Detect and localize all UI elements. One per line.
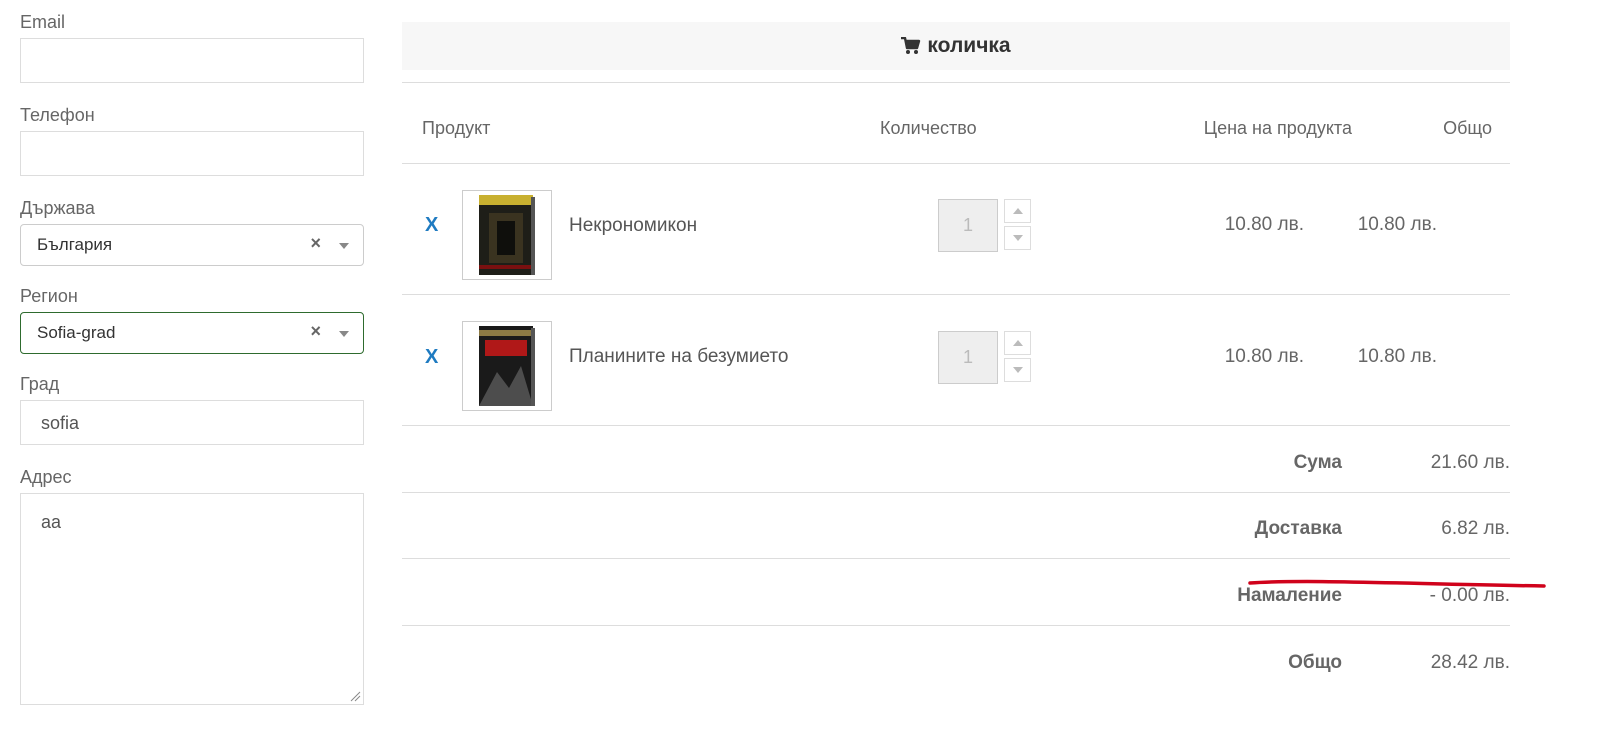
phone-label: Телефон	[20, 105, 95, 125]
arrow-down-icon	[1013, 367, 1023, 373]
address-textarea[interactable]: aa	[20, 493, 364, 705]
product-thumbnail[interactable]	[462, 190, 552, 280]
cart-panel: количка Продукт Количество Цена на проду…	[402, 22, 1510, 673]
country-clear-icon[interactable]: ×	[310, 233, 321, 254]
product-thumbnail[interactable]	[462, 321, 552, 411]
product-name[interactable]: Некрономикон	[569, 215, 697, 237]
book-cover-necronomicon	[479, 195, 535, 275]
chevron-down-icon[interactable]	[339, 331, 349, 337]
item-total: 10.80 лв.	[1357, 214, 1437, 235]
resize-grip-icon[interactable]	[349, 690, 361, 702]
subtotal-label: Сума	[1293, 452, 1342, 473]
city-label: Град	[20, 374, 60, 394]
arrow-up-icon	[1013, 208, 1023, 214]
column-total: Общо	[1443, 118, 1492, 138]
city-field[interactable]: sofia	[20, 400, 364, 445]
shipping-value: 6.82 лв.	[1441, 518, 1510, 539]
address-value: aa	[41, 512, 62, 532]
phone-field[interactable]	[20, 131, 364, 176]
product-name[interactable]: Планините на безумието	[569, 346, 788, 368]
quantity-decrement-button[interactable]	[1004, 358, 1031, 382]
email-field[interactable]	[20, 38, 364, 83]
column-product: Продукт	[422, 118, 491, 138]
quantity-stepper[interactable]: 1	[938, 331, 998, 384]
divider	[402, 294, 1510, 295]
checkout-page: Email Телефон Държава България × Регион …	[0, 0, 1622, 733]
quantity-increment-button[interactable]	[1004, 331, 1031, 355]
shopping-cart-icon	[901, 37, 921, 54]
quantity-increment-button[interactable]	[1004, 199, 1031, 223]
cart-title: количка	[927, 34, 1011, 57]
country-label: Държава	[20, 198, 95, 218]
cart-header: количка	[402, 22, 1510, 70]
item-total: 10.80 лв.	[1357, 346, 1437, 367]
shipping-label: Доставка	[1254, 518, 1342, 539]
region-clear-icon[interactable]: ×	[310, 321, 321, 342]
divider	[402, 625, 1510, 626]
book-cover-mountains-of-madness	[479, 326, 535, 406]
divider	[402, 425, 1510, 426]
divider	[402, 82, 1510, 83]
column-quantity: Количество	[880, 118, 977, 138]
chevron-down-icon[interactable]	[339, 243, 349, 249]
arrow-down-icon	[1013, 235, 1023, 241]
region-label: Регион	[20, 286, 78, 306]
address-label: Адрес	[20, 467, 72, 487]
region-value: Sofia-grad	[37, 323, 116, 342]
country-value: България	[37, 235, 113, 254]
grand-total-label: Общо	[1288, 652, 1342, 673]
remove-item-button[interactable]: X	[425, 214, 438, 237]
country-select[interactable]: България ×	[20, 224, 364, 266]
column-price: Цена на продукта	[1203, 118, 1352, 138]
region-select[interactable]: Sofia-grad ×	[20, 312, 364, 354]
arrow-up-icon	[1013, 340, 1023, 346]
divider	[402, 163, 1510, 164]
subtotal-value: 21.60 лв.	[1430, 452, 1510, 473]
grand-total-value: 28.42 лв.	[1430, 652, 1510, 673]
email-label: Email	[20, 12, 66, 32]
quantity-decrement-button[interactable]	[1004, 226, 1031, 250]
divider	[402, 492, 1510, 493]
divider	[402, 558, 1510, 559]
remove-item-button[interactable]: X	[425, 346, 438, 369]
quantity-stepper[interactable]: 1	[938, 199, 998, 252]
annotation-underline	[1248, 579, 1546, 588]
